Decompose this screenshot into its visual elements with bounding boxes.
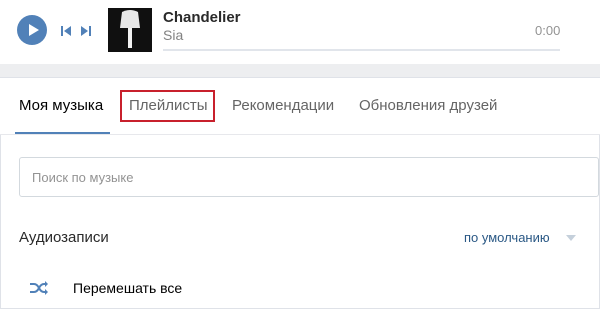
play-button[interactable] bbox=[17, 15, 47, 45]
separator-strip bbox=[0, 64, 600, 78]
track-time: 0:00 bbox=[535, 23, 561, 38]
next-track-button[interactable] bbox=[80, 24, 92, 36]
sort-dropdown[interactable]: по умолчанию bbox=[464, 230, 550, 245]
tab-playlists[interactable]: Плейлисты bbox=[129, 97, 208, 114]
music-tabs: Моя музыка Плейлисты Рекомендации Обновл… bbox=[0, 78, 600, 135]
music-search-input[interactable] bbox=[19, 157, 599, 197]
tab-my-music[interactable]: Моя музыка bbox=[19, 97, 103, 114]
progress-bar[interactable] bbox=[163, 49, 560, 51]
audio-player: Chandelier Sia 0:00 bbox=[0, 0, 600, 64]
album-cover bbox=[108, 8, 152, 52]
tab-recommendations[interactable]: Рекомендации bbox=[232, 97, 334, 114]
shuffle-all-label: Перемешать все bbox=[73, 280, 183, 296]
tab-friends-updates[interactable]: Обновления друзей bbox=[359, 97, 497, 114]
album-art-image bbox=[108, 8, 152, 52]
section-title-audio: Аудиозаписи bbox=[19, 229, 109, 246]
track-title[interactable]: Chandelier bbox=[163, 9, 241, 26]
previous-track-button[interactable] bbox=[60, 24, 72, 36]
shuffle-all-button[interactable]: Перемешать все bbox=[0, 270, 600, 306]
play-icon bbox=[29, 24, 39, 36]
active-tab-underline bbox=[15, 132, 110, 134]
shuffle-icon bbox=[30, 281, 48, 295]
track-artist[interactable]: Sia bbox=[163, 27, 183, 43]
chevron-down-icon[interactable] bbox=[566, 235, 576, 241]
next-track-icon bbox=[81, 26, 91, 36]
previous-track-icon bbox=[61, 26, 71, 36]
